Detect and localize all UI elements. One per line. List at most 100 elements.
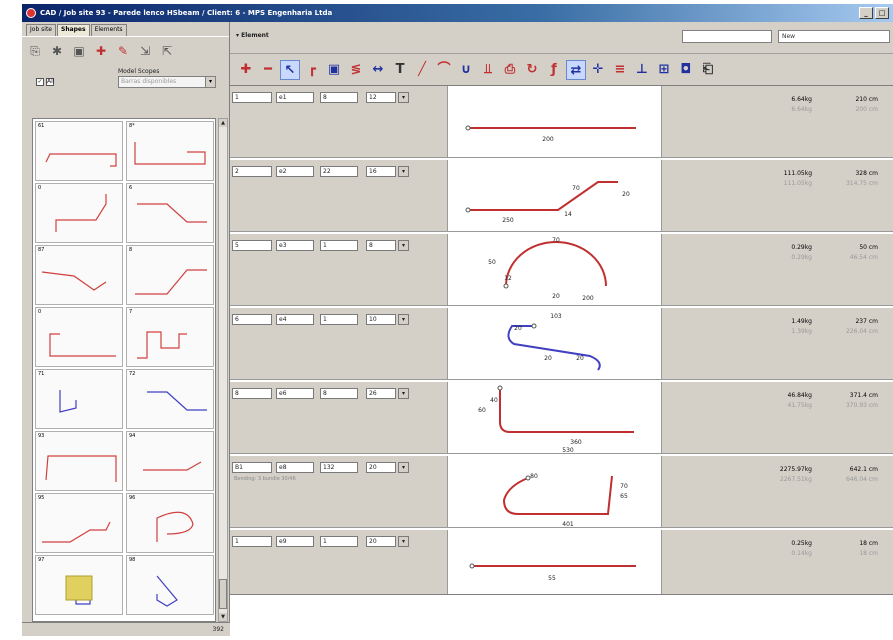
new-shape-icon[interactable]: ⎘ xyxy=(28,44,42,58)
all-checkbox[interactable]: All xyxy=(46,78,54,86)
chevron-down-icon[interactable]: ▾ xyxy=(205,77,215,87)
pointer-icon[interactable]: ↖ xyxy=(280,59,300,80)
diameter-field[interactable]: 12 xyxy=(366,92,396,103)
diameter-field[interactable]: 20 xyxy=(366,536,396,547)
chevron-down-icon[interactable]: ▾ xyxy=(398,166,409,177)
element-row[interactable]: B1 e8 132 20 ▾ Bending: 3 bundle 30/46 80 70 65 4… xyxy=(230,456,893,528)
shape-diagram[interactable]: 103 20 20 20 xyxy=(448,308,662,379)
remove-icon[interactable]: ━ xyxy=(258,60,278,80)
diameter-field[interactable]: 16 xyxy=(366,166,396,177)
line-icon[interactable]: ╱ xyxy=(412,60,432,80)
add-icon[interactable]: ✚ xyxy=(94,44,108,58)
shape-cell[interactable]: 71 xyxy=(35,369,123,429)
dimension-icon[interactable]: ↔ xyxy=(368,60,388,80)
measure-icon[interactable]: ⊥ xyxy=(632,60,652,80)
quantity-field[interactable]: 6 xyxy=(232,314,272,325)
shape-cell[interactable]: 72 xyxy=(126,369,214,429)
shape-cell[interactable]: 6 xyxy=(126,183,214,243)
scroll-down-icon[interactable]: ▼ xyxy=(219,613,227,621)
shape-cell[interactable]: 97 xyxy=(35,555,123,615)
quantity-field[interactable]: 1 xyxy=(232,536,272,547)
import-icon[interactable]: ⇲ xyxy=(138,44,152,58)
mark-field[interactable]: e4 xyxy=(276,314,314,325)
shape-cell[interactable]: 61 xyxy=(35,121,123,181)
mark-field[interactable]: e8 xyxy=(276,462,314,473)
count-field[interactable]: 1 xyxy=(320,536,358,547)
diameter-field[interactable]: 26 xyxy=(366,388,396,399)
mark-field[interactable]: e1 xyxy=(276,92,314,103)
copy-icon[interactable]: ▣ xyxy=(72,44,86,58)
quantity-field[interactable]: B1 xyxy=(232,462,272,473)
new-field[interactable]: New xyxy=(778,30,890,43)
shape-diagram[interactable]: 80 70 65 401 xyxy=(448,456,662,528)
chevron-down-icon[interactable]: ▾ xyxy=(398,92,409,103)
shape-cell[interactable]: 95 xyxy=(35,493,123,553)
search-input[interactable] xyxy=(682,30,772,43)
quantity-field[interactable]: 2 xyxy=(232,166,272,177)
diameter-field[interactable]: 10 xyxy=(366,314,396,325)
mirror-icon[interactable]: ⇄ xyxy=(566,59,586,80)
corner-icon[interactable]: ┏ xyxy=(302,60,322,80)
element-row[interactable]: 5 e3 1 8 ▾ 70 50 20 200 12 0.29kg 50 cm 0.29kg 46.54 … xyxy=(230,234,893,306)
mark-field[interactable]: e2 xyxy=(276,166,314,177)
shape-cell[interactable]: 94 xyxy=(126,431,214,491)
quantity-field[interactable]: 8 xyxy=(232,388,272,399)
quantity-field[interactable]: 5 xyxy=(232,240,272,251)
element-row[interactable]: 1 e1 8 12 ▾ 200 6.64kg 210 cm 6.64kg 200 cm xyxy=(230,86,893,158)
shape-diagram[interactable]: 40 60 360 530 xyxy=(448,382,662,454)
count-field[interactable]: 8 xyxy=(320,92,358,103)
shape-diagram[interactable]: 55 xyxy=(448,530,662,601)
shape-cell[interactable]: 8* xyxy=(126,121,214,181)
restore-button[interactable]: □ xyxy=(875,7,889,19)
shape-cell[interactable]: 0 xyxy=(35,307,123,367)
chevron-down-icon[interactable]: ▾ xyxy=(398,536,409,547)
clipboard-icon[interactable]: ⎗ xyxy=(698,60,718,80)
shape-diagram[interactable]: 250 70 20 14 xyxy=(448,160,662,231)
print-icon[interactable]: ⎙ xyxy=(500,60,520,80)
chevron-down-icon[interactable]: ▾ xyxy=(398,240,409,251)
diameter-field[interactable]: 20 xyxy=(366,462,396,473)
count-field[interactable]: 1 xyxy=(320,314,358,325)
spring-icon[interactable]: ≶ xyxy=(346,60,366,80)
shape-diagram[interactable]: 200 xyxy=(448,86,662,157)
element-row[interactable]: 6 e4 1 10 ▾ 103 20 20 20 1.49kg 237 cm 1.39kg 226.04… xyxy=(230,308,893,380)
text-icon[interactable]: T xyxy=(390,60,410,80)
count-field[interactable]: 132 xyxy=(320,462,358,473)
save-icon[interactable]: ◘ xyxy=(676,60,696,80)
chevron-down-icon[interactable]: ▾ xyxy=(398,314,409,325)
element-label[interactable]: ▾ Element xyxy=(236,32,269,39)
export-icon[interactable]: ⇱ xyxy=(160,44,174,58)
shape-scrollbar[interactable]: ▲ ▼ xyxy=(218,118,228,622)
rebar-icon[interactable]: ⫫ xyxy=(478,60,498,80)
shape-cell[interactable]: 96 xyxy=(126,493,214,553)
stack-icon[interactable]: ≡ xyxy=(610,60,630,80)
count-field[interactable]: 22 xyxy=(320,166,358,177)
diameter-field[interactable]: 8 xyxy=(366,240,396,251)
mark-field[interactable]: e3 xyxy=(276,240,314,251)
box-icon[interactable]: ▣ xyxy=(324,60,344,80)
tab-job-site[interactable]: Job site xyxy=(26,24,56,36)
snap-icon[interactable]: ✛ xyxy=(588,60,608,80)
settings-icon[interactable]: ✱ xyxy=(50,44,64,58)
minimize-button[interactable]: _ xyxy=(859,7,873,19)
quantity-field[interactable]: 1 xyxy=(232,92,272,103)
shape-cell[interactable]: 8 xyxy=(126,245,214,305)
hook-icon[interactable]: ∪ xyxy=(456,60,476,80)
shape-cell[interactable]: 7 xyxy=(126,307,214,367)
function-icon[interactable]: ƒ xyxy=(544,60,564,80)
mark-field[interactable]: e9 xyxy=(276,536,314,547)
chevron-down-icon[interactable]: ▾ xyxy=(398,388,409,399)
shape-cell[interactable]: 87 xyxy=(35,245,123,305)
model-scope-select[interactable]: Barras disponibles ▾ xyxy=(118,76,216,88)
chevron-down-icon[interactable]: ▾ xyxy=(398,462,409,473)
shape-cell[interactable]: 0 xyxy=(35,183,123,243)
tab-elements[interactable]: Elements xyxy=(90,24,127,36)
shape-cell[interactable]: 98 xyxy=(126,555,214,615)
count-field[interactable]: 8 xyxy=(320,388,358,399)
element-row[interactable]: 1 e9 1 20 ▾ 55 0.25kg 18 cm 0.14kg 18 cm xyxy=(230,530,893,602)
refresh-icon[interactable]: ↻ xyxy=(522,60,542,80)
add-icon[interactable]: ✚ xyxy=(236,60,256,80)
shape-cell[interactable]: 93 xyxy=(35,431,123,491)
scroll-thumb[interactable] xyxy=(219,579,227,609)
count-field[interactable]: 1 xyxy=(320,240,358,251)
